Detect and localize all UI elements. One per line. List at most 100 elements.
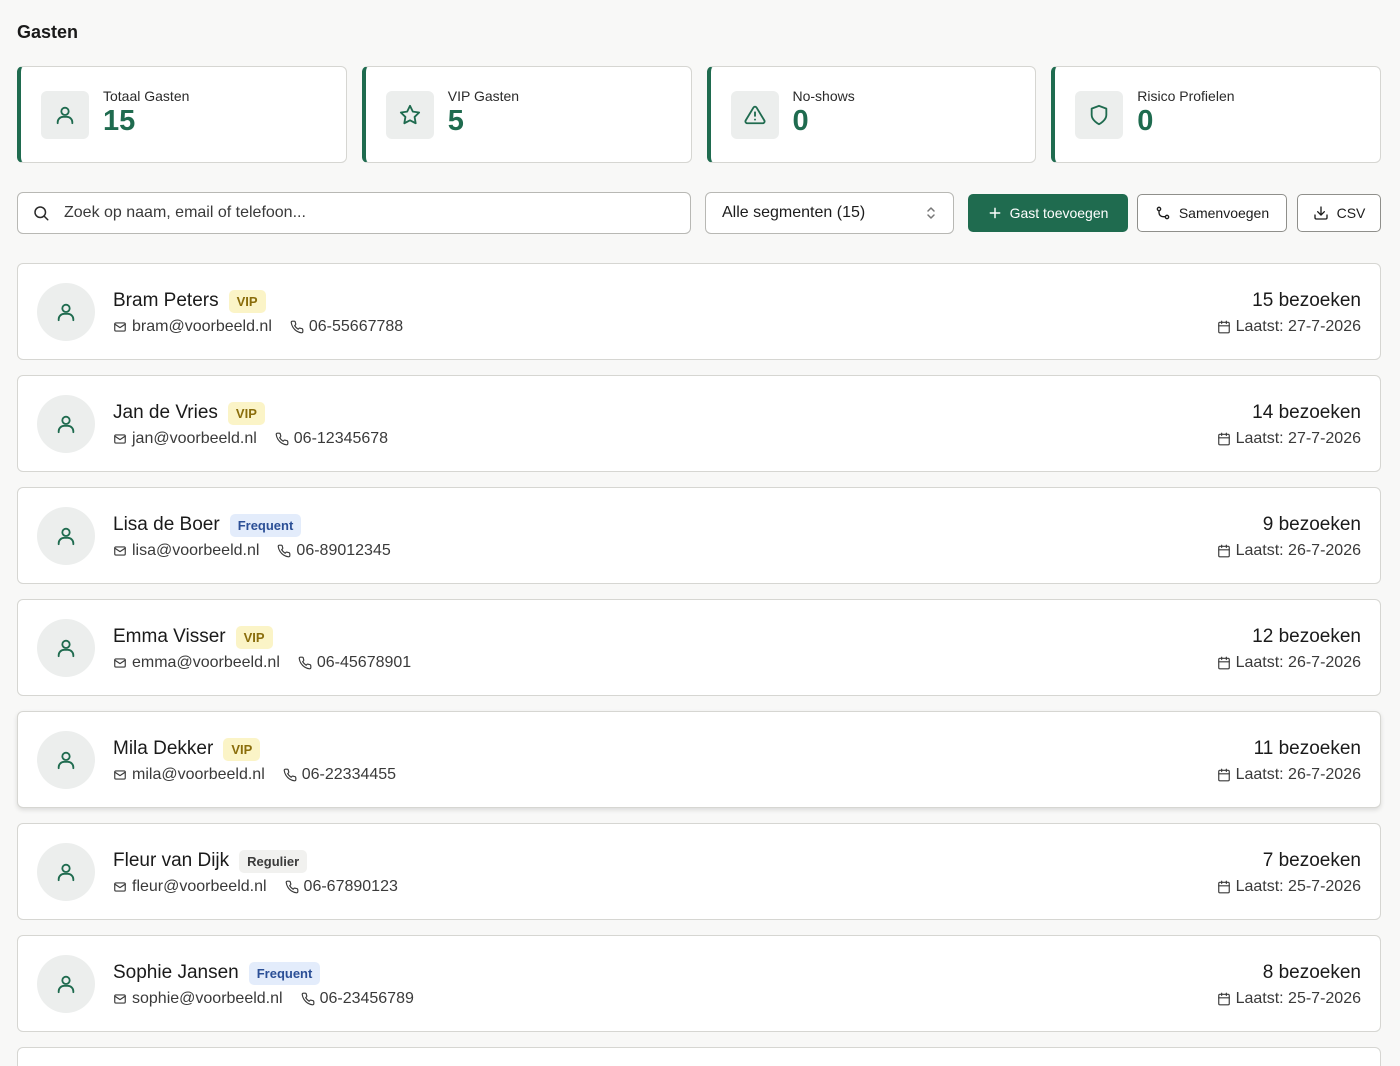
last-visit-date: Laatst: 25-7-2026	[1235, 878, 1361, 895]
merge-icon	[1155, 205, 1171, 221]
stat-label: Totaal Gasten	[103, 87, 190, 104]
visit-count: 11 bezoeken	[1253, 738, 1361, 759]
visit-count: 9 bezoeken	[1262, 514, 1361, 535]
calendar-icon	[1217, 544, 1231, 558]
guest-row[interactable]: Fleur van Dijk Regulier fleur@voorbeeld.…	[17, 823, 1381, 920]
user-icon	[55, 301, 77, 323]
warning-icon	[730, 90, 779, 139]
guest-email: jan@voorbeeld.nl	[132, 430, 257, 447]
last-visit-date: Laatst: 27-7-2026	[1235, 430, 1361, 447]
segment-badge: Frequent	[248, 961, 321, 985]
user-icon	[55, 861, 77, 883]
avatar	[37, 619, 95, 677]
stat-card-no-shows: No-shows 0	[706, 66, 1037, 163]
mail-icon	[113, 768, 127, 782]
phone-icon	[301, 992, 315, 1006]
guest-row[interactable]: Mila Dekker VIP mila@voorbeeld.nl 06-223…	[17, 711, 1381, 808]
phone-icon	[285, 880, 299, 894]
stat-label: Risico Profielen	[1137, 87, 1235, 104]
guest-name: Emma Visser	[113, 626, 226, 647]
phone-icon	[277, 544, 291, 558]
shield-icon	[1075, 90, 1124, 139]
download-icon	[1313, 205, 1329, 221]
user-icon	[41, 90, 89, 139]
segment-badge: VIP	[235, 625, 273, 649]
segment-select[interactable]: Alle segmenten (15)	[705, 192, 954, 234]
user-icon	[55, 413, 77, 435]
guest-phone: 06-12345678	[293, 430, 389, 447]
avatar	[37, 731, 95, 789]
visit-count: 12 bezoeken	[1252, 626, 1361, 647]
calendar-icon	[1217, 432, 1231, 446]
avatar	[37, 507, 95, 565]
phone-icon	[290, 320, 304, 334]
star-icon	[385, 90, 434, 139]
stats-row: Totaal Gasten 15 VIP Gasten 5 No-shows 0…	[17, 66, 1381, 163]
merge-label: Samenvoegen	[1178, 205, 1270, 221]
visit-count: 14 bezoeken	[1252, 402, 1361, 423]
page-title: Gasten	[17, 22, 79, 42]
toolbar: Alle segmenten (15) Gast toevoegen Samen…	[17, 192, 1381, 234]
add-guest-label: Gast toevoegen	[1009, 205, 1109, 221]
user-icon	[55, 637, 77, 659]
guest-phone: 06-22334455	[301, 766, 397, 783]
search-box[interactable]	[17, 192, 691, 234]
guest-list: Bram Peters VIP bram@voorbeeld.nl 06-556…	[17, 263, 1381, 1066]
guest-row[interactable]: Bram Peters VIP bram@voorbeeld.nl 06-556…	[17, 263, 1381, 360]
guest-phone: 06-89012345	[296, 542, 391, 559]
guest-name: Lisa de Boer	[113, 514, 220, 535]
guest-phone: 06-55667788	[308, 318, 404, 335]
segment-badge: VIP	[227, 401, 265, 425]
guest-phone: 06-45678901	[316, 654, 412, 671]
calendar-icon	[1217, 320, 1231, 334]
phone-icon	[298, 656, 312, 670]
csv-export-button[interactable]: CSV	[1297, 194, 1381, 232]
last-visit-date: Laatst: 26-7-2026	[1235, 654, 1361, 671]
visit-count: 15 bezoeken	[1252, 290, 1361, 311]
plus-icon	[988, 206, 1002, 220]
guest-phone: 06-67890123	[303, 878, 398, 895]
guest-email: lisa@voorbeeld.nl	[132, 542, 260, 559]
guest-email: emma@voorbeeld.nl	[132, 654, 280, 671]
phone-icon	[283, 768, 297, 782]
stat-label: VIP Gasten	[447, 87, 520, 104]
guest-name: Bram Peters	[113, 290, 219, 311]
mail-icon	[113, 992, 127, 1006]
guest-row[interactable]: Sophie Jansen Frequent sophie@voorbeeld.…	[17, 935, 1381, 1032]
stat-card-vip-guests: VIP Gasten 5	[361, 66, 692, 163]
guest-name: Fleur van Dijk	[113, 850, 230, 871]
mail-icon	[113, 880, 127, 894]
last-visit-date: Laatst: 27-7-2026	[1235, 318, 1361, 335]
stat-value: 5	[447, 104, 464, 137]
avatar	[37, 283, 95, 341]
guest-email: fleur@voorbeeld.nl	[132, 878, 267, 895]
guest-email: sophie@voorbeeld.nl	[132, 990, 283, 1007]
visit-count: 7 bezoeken	[1262, 850, 1361, 871]
calendar-icon	[1217, 992, 1231, 1006]
calendar-icon	[1217, 768, 1231, 782]
stat-value: 0	[792, 104, 809, 137]
visit-count: 8 bezoeken	[1262, 962, 1361, 983]
phone-icon	[275, 432, 289, 446]
guest-phone: 06-23456789	[319, 990, 414, 1007]
guest-email: mila@voorbeeld.nl	[132, 766, 265, 783]
calendar-icon	[1217, 880, 1231, 894]
guest-row[interactable]: Jan de Vries VIP jan@voorbeeld.nl 06-123…	[17, 375, 1381, 472]
segment-badge: Frequent	[229, 513, 302, 537]
search-input[interactable]	[64, 204, 664, 222]
mail-icon	[113, 544, 127, 558]
stat-card-total-guests: Totaal Gasten 15	[17, 66, 347, 163]
merge-button[interactable]: Samenvoegen	[1137, 194, 1287, 232]
csv-label: CSV	[1336, 205, 1366, 221]
guest-row[interactable]: Lisa de Boer Frequent lisa@voorbeeld.nl …	[17, 487, 1381, 584]
avatar	[37, 843, 95, 901]
guest-row[interactable]	[17, 1047, 1381, 1066]
user-icon	[55, 973, 77, 995]
user-icon	[55, 749, 77, 771]
guest-row[interactable]: Emma Visser VIP emma@voorbeeld.nl 06-456…	[17, 599, 1381, 696]
guest-name: Mila Dekker	[113, 738, 214, 759]
last-visit-date: Laatst: 25-7-2026	[1235, 990, 1361, 1007]
mail-icon	[113, 320, 127, 334]
add-guest-button[interactable]: Gast toevoegen	[968, 194, 1128, 232]
avatar	[37, 955, 95, 1013]
